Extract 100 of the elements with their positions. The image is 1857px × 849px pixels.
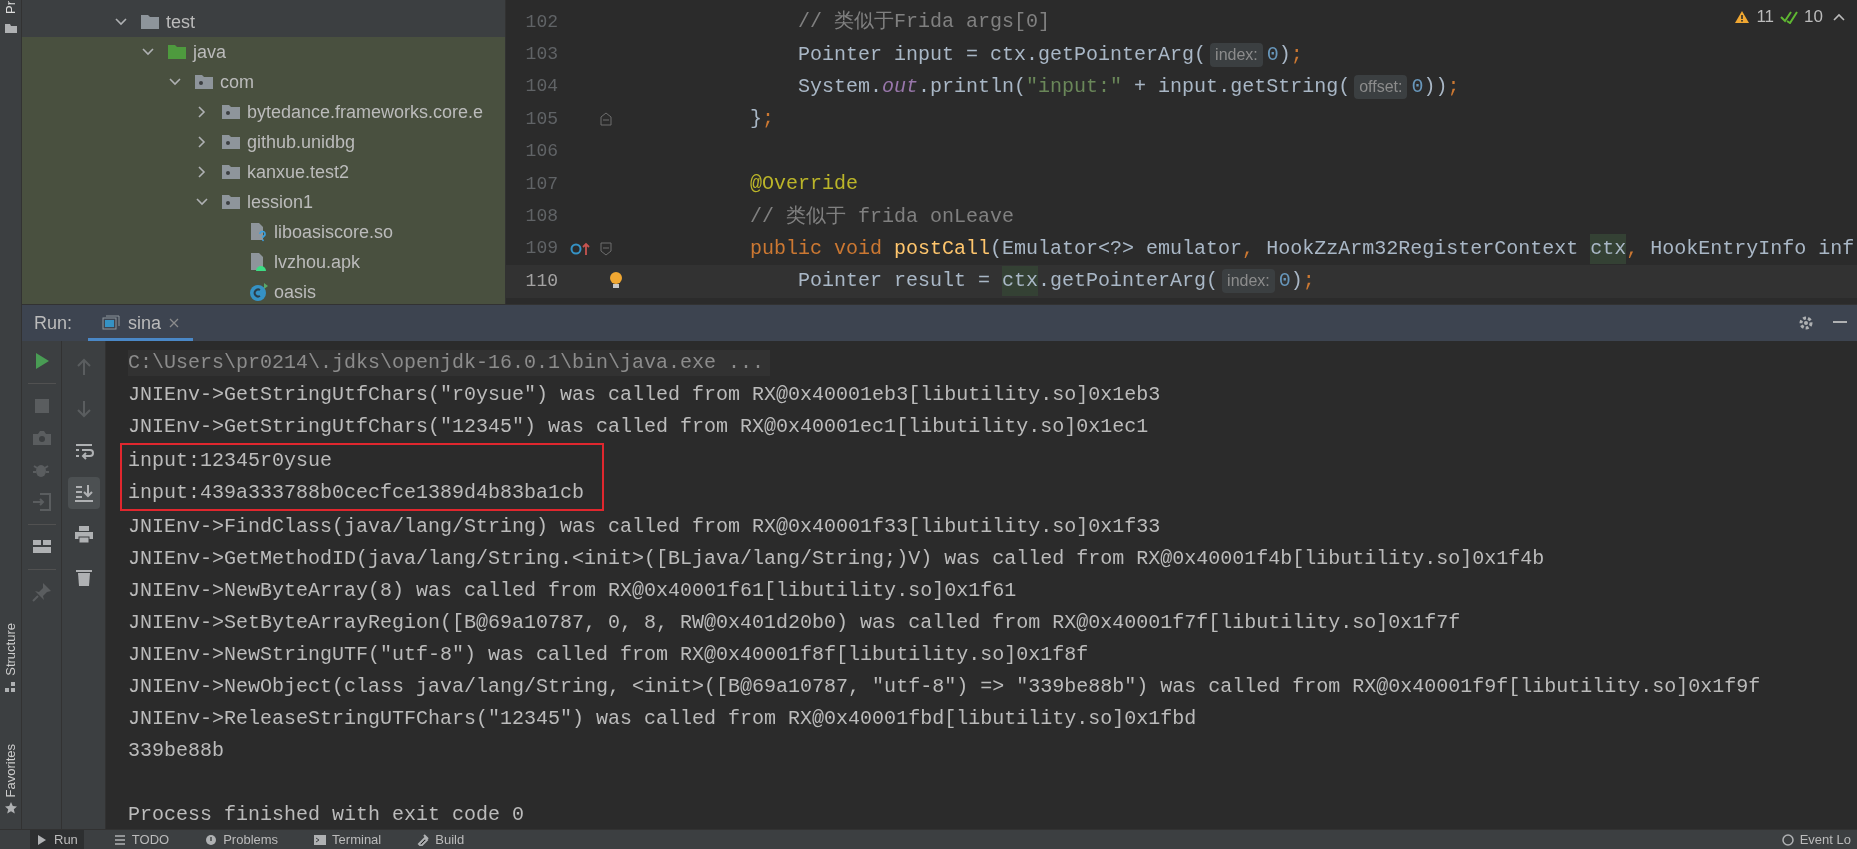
package-icon xyxy=(194,72,214,92)
code-text: 0 xyxy=(1266,41,1279,68)
tree-item-label[interactable]: liboasiscore.so xyxy=(274,218,394,246)
print-icon[interactable] xyxy=(73,525,94,545)
star-icon[interactable] xyxy=(3,801,18,815)
console-line: JNIEnv->NewObject(class java/lang/String, <init>([B@69a10787, "utf-8") => "339be88b") was called from RX@0x40001f9f[libutility.so]0x1f9f xyxy=(128,674,1761,700)
console-window-icon xyxy=(102,315,121,331)
code-text: .println( xyxy=(918,73,1027,100)
tree-item-label[interactable]: kanxue.test2 xyxy=(247,158,350,186)
code-text: Pointer input = ctx.getPointerArg( xyxy=(797,41,1207,68)
package-icon xyxy=(221,132,241,152)
parameter-hint: offset: xyxy=(1354,74,1408,99)
warning-icon xyxy=(205,833,218,846)
code-text: , xyxy=(1242,235,1256,262)
trash-icon[interactable] xyxy=(73,567,94,587)
code-text: + input.getString( xyxy=(1133,73,1351,100)
code-text: ; xyxy=(1290,41,1303,68)
code-text: 0 xyxy=(1411,73,1424,100)
tree-item-label[interactable]: lvzhou.apk xyxy=(274,248,361,276)
code-text: ctx xyxy=(1002,266,1039,297)
code-text: out xyxy=(882,73,919,100)
package-icon xyxy=(221,102,241,122)
line-number: 105 xyxy=(524,107,558,131)
code-text: ; xyxy=(762,106,775,133)
folder-icon xyxy=(167,42,187,62)
favorites-tool-tab[interactable]: Favorites xyxy=(4,743,17,797)
folder-icon[interactable] xyxy=(3,22,18,34)
code-text: ) xyxy=(1290,268,1303,295)
line-number: 108 xyxy=(524,205,558,229)
console-line: JNIEnv->NewByteArray(8) was called from RX@0x40001f61[libutility.so]0x1f61 xyxy=(128,578,1017,604)
line-number: 102 xyxy=(524,10,558,34)
tree-item-label[interactable]: java xyxy=(193,38,227,66)
code-text: , xyxy=(1626,235,1640,262)
minimize-icon[interactable] xyxy=(1833,321,1847,325)
code-text: ) xyxy=(1278,41,1291,68)
override-icon[interactable] xyxy=(570,240,592,257)
tool-window-tab[interactable]: Terminal xyxy=(308,830,388,849)
console-line: JNIEnv->SetByteArrayRegion([B@69a10787, 0, 8, RW@0x401d20b0) was called from RX@0x40001f7f[libutility.so]0x1f7f xyxy=(128,610,1461,636)
event-log-icon xyxy=(1781,833,1794,846)
class-icon xyxy=(248,282,268,302)
close-icon[interactable] xyxy=(169,318,180,328)
code-text: // 类似于 frida onLeave xyxy=(749,203,1015,230)
code-text: HookZzArm32RegisterContext xyxy=(1266,235,1580,262)
code-text: (Emulator<?> emulator xyxy=(990,235,1243,262)
code-text: // 类似于Frida args[0] xyxy=(797,9,1051,36)
project-tool-tab[interactable]: Pr xyxy=(4,0,17,14)
tool-window-tab[interactable]: Build xyxy=(411,830,471,849)
console-line: JNIEnv->NewStringUTF("utf-8") was called from RX@0x40001f8f[libutility.so]0x1f8f xyxy=(128,642,1089,668)
code-text: "input:" xyxy=(1026,73,1123,100)
code-text: 0 xyxy=(1278,268,1291,295)
tree-item-label[interactable]: bytedance.frameworks.core.e xyxy=(247,98,484,126)
structure-icon[interactable] xyxy=(3,679,18,694)
line-number: 109 xyxy=(524,237,558,261)
check-count[interactable]: 10 xyxy=(1804,4,1823,30)
tool-window-tab[interactable]: Event Lo xyxy=(1775,830,1857,849)
console-line: JNIEnv->GetStringUtfChars("12345") was called from RX@0x40001ec1[libutility.so]0x1ec1 xyxy=(128,414,1149,440)
settings-icon[interactable] xyxy=(1797,314,1815,332)
warning-icon[interactable] xyxy=(1734,9,1751,24)
code-text: Pointer result = xyxy=(797,268,992,295)
code-text: .getPointerArg( xyxy=(1038,268,1219,295)
code-text: ctx xyxy=(1590,233,1627,264)
scroll-to-end-icon[interactable] xyxy=(73,483,94,503)
double-check-icon[interactable] xyxy=(1780,9,1799,24)
fold-icon[interactable] xyxy=(600,241,612,256)
console-line: JNIEnv->FindClass(java/lang/String) was called from RX@0x40001f33[libutility.so]0x1f33 xyxy=(128,514,1161,540)
tool-window-tab[interactable]: TODO xyxy=(107,830,176,849)
tool-window-tab[interactable]: Run xyxy=(30,830,84,849)
soft-wrap-icon[interactable] xyxy=(73,441,94,461)
code-text: HookEntryInfo inf xyxy=(1650,235,1855,262)
line-number: 104 xyxy=(524,75,558,99)
tree-item-label[interactable]: github.unidbg xyxy=(247,128,356,156)
console-line: JNIEnv->GetMethodID(java/lang/String.<init>([BLjava/lang/String;)V) was called from RX@0x40001f4b[libutility.so]0x1f4b xyxy=(128,546,1545,572)
console-line: Process finished with exit code 0 xyxy=(128,802,525,828)
folder-icon xyxy=(140,12,160,32)
package-icon xyxy=(221,162,241,182)
tree-item-label[interactable]: oasis xyxy=(274,278,317,304)
code-text: )) xyxy=(1423,73,1448,100)
caret-up-icon[interactable] xyxy=(1833,11,1845,22)
warning-count[interactable]: 11 xyxy=(1756,4,1775,30)
fold-icon[interactable] xyxy=(600,112,612,127)
tree-item-label[interactable]: test xyxy=(166,8,195,36)
run-panel-label: Run: xyxy=(34,311,73,335)
structure-tool-tab[interactable]: Structure xyxy=(4,622,17,676)
line-number: 106 xyxy=(524,140,558,164)
tool-window-tab[interactable]: Problems xyxy=(199,830,285,849)
parameter-hint: index: xyxy=(1222,269,1275,294)
console-line: JNIEnv->ReleaseStringUTFChars("12345") was called from RX@0x40001fbd[libutility.so]0x1fbd xyxy=(128,706,1197,732)
tree-item-label[interactable]: com xyxy=(220,68,254,96)
run-icon xyxy=(36,833,48,846)
console-line: input:12345r0ysue xyxy=(128,448,333,474)
code-text: } xyxy=(749,106,763,133)
tree-item-label[interactable]: lession1 xyxy=(247,188,314,216)
code-text: @Override xyxy=(749,171,859,198)
parameter-hint: index: xyxy=(1210,42,1263,67)
console-line: input:439a333788b0cecfce1389d4b83ba1cb xyxy=(128,480,585,506)
code-text: postCall xyxy=(894,235,991,262)
scroll-end-button[interactable] xyxy=(67,477,100,509)
package-icon xyxy=(221,192,241,212)
line-number: 107 xyxy=(524,172,558,196)
code-text: public void xyxy=(749,235,884,262)
